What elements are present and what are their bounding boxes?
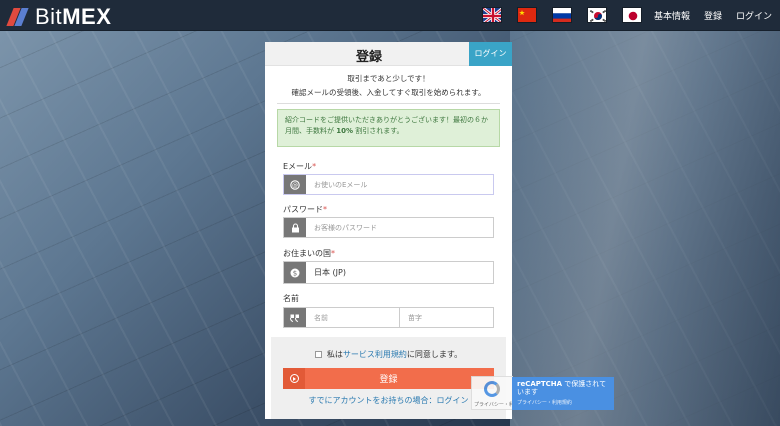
korea-flag-icon[interactable] (587, 7, 607, 23)
recaptcha-links[interactable]: プライバシー・利用規約 (517, 399, 609, 406)
nav-register-link[interactable]: 登録 (704, 9, 722, 22)
bitmex-logo-icon (6, 8, 30, 26)
lock-icon (284, 218, 306, 237)
china-flag-icon[interactable] (517, 7, 537, 23)
russia-flag-icon[interactable] (552, 7, 572, 23)
quote-icon (284, 308, 306, 327)
email-field-group: @ お使いのEメール (283, 174, 494, 195)
email-input[interactable]: お使いのEメール (306, 175, 493, 194)
at-icon: @ (284, 175, 306, 194)
uk-flag-icon[interactable] (482, 7, 502, 23)
first-name-input[interactable]: 名前 (306, 308, 400, 327)
subtitle-2: 確認メールの受領後、入金してすぐ取引を始められます。 (291, 88, 486, 97)
card-header: 登録 ログイン (265, 42, 512, 66)
divider (277, 103, 500, 104)
svg-text:@: @ (292, 182, 298, 189)
country-field-group: $ 日本 (JP) (283, 261, 494, 284)
login-tab[interactable]: ログイン (469, 42, 512, 66)
nav-about-link[interactable]: 基本情報 (654, 9, 690, 22)
subtitle-1: 取引まであと少しです！ (347, 74, 430, 83)
bitmex-logo[interactable]: BitMEX (6, 4, 112, 30)
password-label: パスワード* (283, 205, 327, 214)
terms-agreement: 私はサービス利用規約に同意します。 (271, 349, 506, 360)
name-inputs: 名前 苗字 (306, 308, 493, 327)
last-name-input[interactable]: 苗字 (400, 308, 493, 327)
language-flags (482, 7, 642, 23)
register-submit-button[interactable]: 登録 (283, 368, 494, 389)
recaptcha-logo-badge[interactable]: プライバシー・利用規約 (471, 376, 529, 410)
top-navbar: BitMEX 基本情報 登録 ログイン (0, 0, 780, 31)
country-select[interactable]: 日本 (JP) (306, 262, 493, 283)
nav-login-link[interactable]: ログイン (736, 9, 772, 22)
recaptcha-title: reCAPTCHA で保護されています (517, 380, 607, 396)
terms-checkbox[interactable] (314, 351, 322, 358)
terms-link[interactable]: サービス利用規約 (343, 350, 407, 359)
password-input[interactable]: お客様のパスワード (306, 218, 493, 237)
play-circle-icon (283, 368, 305, 389)
name-field-group: 名前 苗字 (283, 307, 494, 328)
referral-notice: 紹介コードをご提供いただきありがとうございます！最初の６か月間、手数料が 10%… (277, 109, 500, 147)
country-label: お住まいの国* (283, 249, 335, 258)
register-card: 登録 ログイン 取引まであと少しです！ 確認メールの受領後、入金してすぐ取引を始… (265, 42, 512, 419)
logo-text: BitMEX (35, 4, 112, 29)
recaptcha-panel[interactable]: reCAPTCHA で保護されています プライバシー・利用規約 (512, 377, 614, 410)
dollar-icon: $ (284, 262, 306, 283)
submit-label: 登録 (379, 375, 398, 385)
email-label: Eメール* (283, 162, 317, 171)
password-field-group: お客様のパスワード (283, 217, 494, 238)
background-building (510, 30, 780, 426)
japan-flag-icon[interactable] (622, 7, 642, 23)
header-nav: 基本情報 登録 ログイン (654, 9, 772, 22)
recaptcha-icon (484, 381, 500, 397)
name-label: 名前 (283, 294, 299, 303)
register-title: 登録 (355, 50, 382, 65)
svg-text:$: $ (293, 269, 297, 277)
